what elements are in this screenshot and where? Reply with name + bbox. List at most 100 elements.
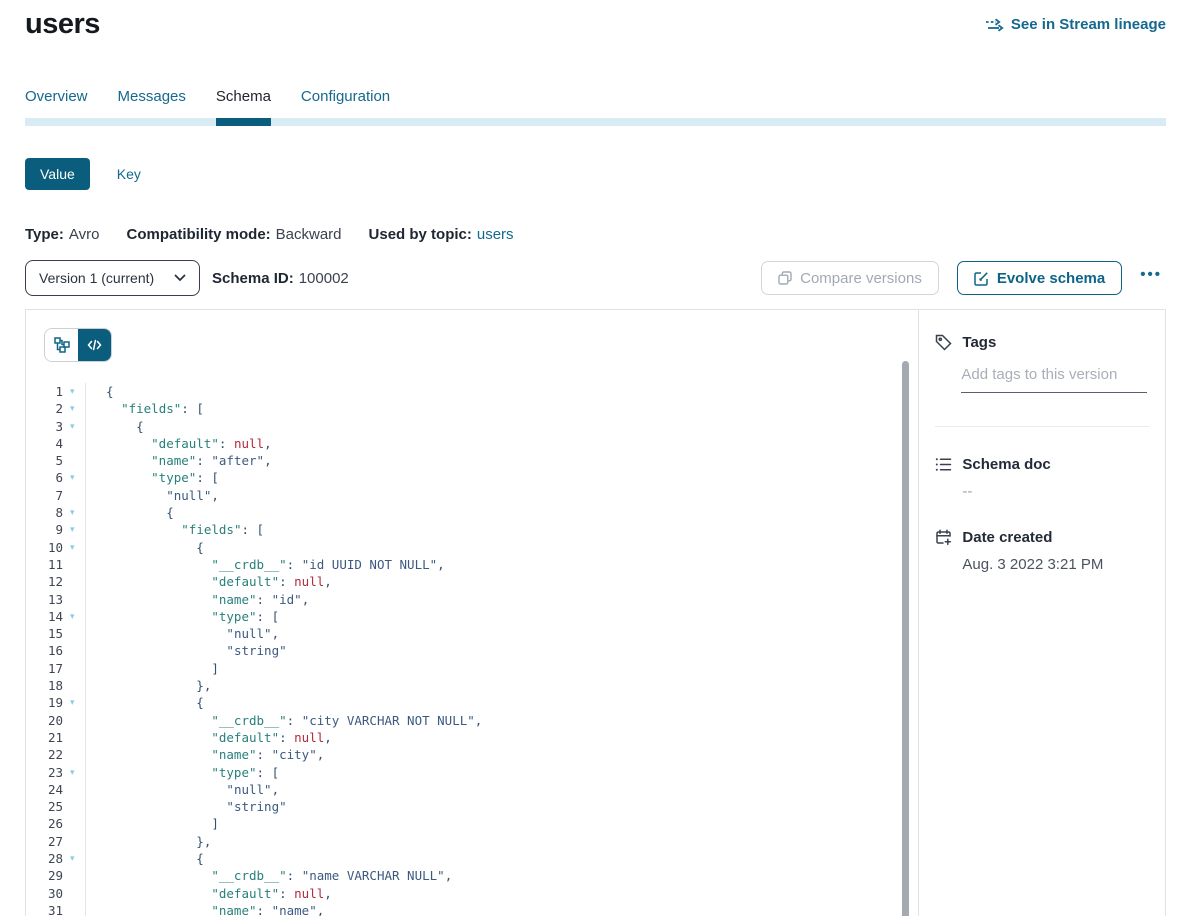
code-line: 24 "null", xyxy=(44,781,918,798)
code-text: { xyxy=(86,504,174,521)
code-line: 10▾ { xyxy=(44,539,918,556)
line-number: 2 xyxy=(44,400,63,417)
compare-versions-button[interactable]: Compare versions xyxy=(761,261,939,295)
code-line: 3▾ { xyxy=(44,418,918,435)
used-by-topic-label: Used by topic: xyxy=(369,226,472,243)
line-number: 1 xyxy=(44,383,63,400)
line-number: 13 xyxy=(44,591,63,608)
fold-spacer xyxy=(63,660,85,677)
page-header: users See in Stream lineage xyxy=(25,0,1166,41)
code-line: 27 }, xyxy=(44,833,918,850)
page-title: users xyxy=(25,8,100,41)
code-line: 17 ] xyxy=(44,660,918,677)
code-line: 28▾ { xyxy=(44,850,918,867)
fold-toggle-icon[interactable]: ▾ xyxy=(63,400,85,417)
editor-view-toggle xyxy=(44,328,112,362)
fold-toggle-icon[interactable]: ▾ xyxy=(63,850,85,867)
value-toggle-button[interactable]: Value xyxy=(25,158,90,190)
code-line: 18 }, xyxy=(44,677,918,694)
fold-toggle-icon[interactable]: ▾ xyxy=(63,521,85,538)
topic-tabs: Overview Messages Schema Configuration xyxy=(25,88,1166,126)
fold-toggle-icon[interactable]: ▾ xyxy=(63,504,85,521)
fold-spacer xyxy=(63,746,85,763)
line-number: 26 xyxy=(44,815,63,832)
code-text: "string" xyxy=(86,798,287,815)
fold-toggle-icon[interactable]: ▾ xyxy=(63,383,85,400)
code-line: 31 "name": "name", xyxy=(44,902,918,916)
code-line: 22 "name": "city", xyxy=(44,746,918,763)
version-select[interactable]: Version 1 (current) xyxy=(25,260,200,296)
code-line: 19▾ { xyxy=(44,694,918,711)
code-text: "__crdb__": "id UUID NOT NULL", xyxy=(86,556,445,573)
evolve-schema-button[interactable]: Evolve schema xyxy=(957,261,1122,295)
code-text: "default": null, xyxy=(86,885,332,902)
chevron-down-icon xyxy=(174,274,186,282)
code-line: 21 "default": null, xyxy=(44,729,918,746)
version-select-value: Version 1 (current) xyxy=(39,270,154,286)
schema-doc-heading: Schema doc xyxy=(962,456,1050,473)
line-number: 4 xyxy=(44,435,63,452)
fold-spacer xyxy=(63,902,85,916)
key-toggle-button[interactable]: Key xyxy=(117,166,141,182)
tab-schema[interactable]: Schema xyxy=(216,88,271,118)
code-text: "name": "name", xyxy=(86,902,324,916)
schema-meta-row: Type: Avro Compatibility mode: Backward … xyxy=(25,226,1166,243)
fold-toggle-icon[interactable]: ▾ xyxy=(63,418,85,435)
stream-lineage-link[interactable]: See in Stream lineage xyxy=(985,16,1166,33)
code-text: "null", xyxy=(86,487,219,504)
date-created-heading: Date created xyxy=(962,529,1052,546)
code-text: { xyxy=(86,850,204,867)
code-text: "type": [ xyxy=(86,608,279,625)
code-text: "default": null, xyxy=(86,729,332,746)
code-text: "null", xyxy=(86,625,279,642)
code-text: ] xyxy=(86,815,219,832)
tab-overview[interactable]: Overview xyxy=(25,88,88,118)
type-label: Type: xyxy=(25,226,64,243)
fold-toggle-icon[interactable]: ▾ xyxy=(63,539,85,556)
code-line: 6▾ "type": [ xyxy=(44,469,918,486)
topic-link[interactable]: users xyxy=(477,226,514,243)
fold-spacer xyxy=(63,677,85,694)
sidebar-divider xyxy=(935,426,1149,427)
code-text: "name": "after", xyxy=(86,452,272,469)
code-text: "name": "id", xyxy=(86,591,309,608)
code-line: 20 "__crdb__": "city VARCHAR NOT NULL", xyxy=(44,712,918,729)
code-line: 16 "string" xyxy=(44,642,918,659)
tags-heading: Tags xyxy=(962,334,996,351)
fold-toggle-icon[interactable]: ▾ xyxy=(63,608,85,625)
code-text: "null", xyxy=(86,781,279,798)
code-line: 1▾{ xyxy=(44,383,918,400)
code-line: 4 "default": null, xyxy=(44,435,918,452)
line-number: 28 xyxy=(44,850,63,867)
fold-spacer xyxy=(63,867,85,884)
version-controls-row: Version 1 (current) Schema ID: 100002 Co… xyxy=(25,260,1166,296)
tab-configuration[interactable]: Configuration xyxy=(301,88,390,118)
line-number: 20 xyxy=(44,712,63,729)
line-number: 23 xyxy=(44,764,63,781)
more-options-button[interactable]: ••• xyxy=(1136,264,1166,293)
date-created-value: Aug. 3 2022 3:21 PM xyxy=(962,556,1149,573)
line-number: 22 xyxy=(44,746,63,763)
line-number: 17 xyxy=(44,660,63,677)
fold-spacer xyxy=(63,435,85,452)
fold-toggle-icon[interactable]: ▾ xyxy=(63,694,85,711)
code-line: 25 "string" xyxy=(44,798,918,815)
fold-toggle-icon[interactable]: ▾ xyxy=(63,764,85,781)
fold-spacer xyxy=(63,573,85,590)
code-line: 2▾ "fields": [ xyxy=(44,400,918,417)
add-tags-input[interactable] xyxy=(961,366,1147,393)
schema-id-label: Schema ID: xyxy=(212,270,294,287)
code-text: "type": [ xyxy=(86,764,279,781)
code-view-button[interactable] xyxy=(78,329,111,361)
fold-spacer xyxy=(63,452,85,469)
tab-messages[interactable]: Messages xyxy=(118,88,186,118)
fold-toggle-icon[interactable]: ▾ xyxy=(63,469,85,486)
code-line: 9▾ "fields": [ xyxy=(44,521,918,538)
code-text: "fields": [ xyxy=(86,521,264,538)
line-number: 6 xyxy=(44,469,63,486)
tree-view-button[interactable] xyxy=(45,329,78,361)
editor-scrollbar[interactable] xyxy=(902,361,909,916)
code-text: "default": null, xyxy=(86,435,272,452)
fold-spacer xyxy=(63,712,85,729)
line-number: 24 xyxy=(44,781,63,798)
